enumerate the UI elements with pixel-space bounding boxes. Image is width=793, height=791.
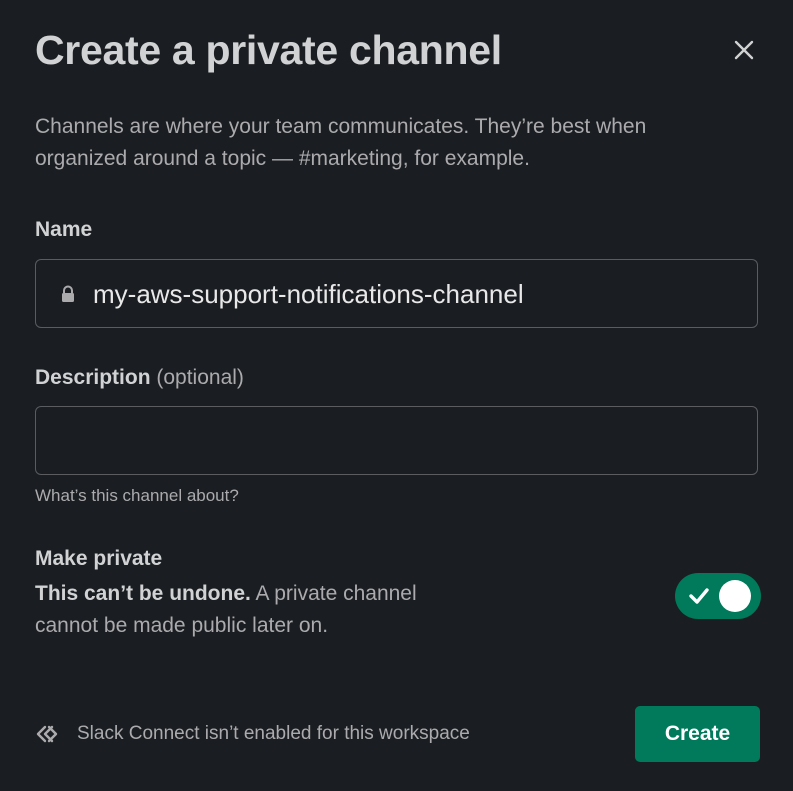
make-private-description: This can’t be undone. A private channel …: [35, 578, 465, 642]
make-private-warning: This can’t be undone.: [35, 582, 251, 605]
toggle-knob: [719, 580, 751, 612]
description-label: Description (optional): [35, 364, 244, 392]
make-private-title: Make private: [35, 547, 163, 570]
close-button[interactable]: [724, 30, 764, 70]
make-private-toggle[interactable]: [675, 573, 761, 619]
name-input[interactable]: my-aws-support-notifications-channel: [35, 259, 758, 328]
slack-connect-icon: [36, 725, 58, 743]
modal-title: Create a private channel: [35, 27, 502, 73]
slack-connect-text: Slack Connect isn’t enabled for this wor…: [77, 723, 470, 744]
create-button[interactable]: Create: [635, 706, 760, 762]
description-hint: What’s this channel about?: [35, 486, 239, 505]
create-channel-modal: Create a private channel Channels are wh…: [0, 0, 793, 791]
optional-tag: (optional): [156, 366, 244, 389]
slack-connect-note: Slack Connect isn’t enabled for this wor…: [35, 720, 470, 748]
description-input[interactable]: [35, 406, 758, 475]
modal-intro: Channels are where your team communicate…: [35, 115, 647, 170]
name-value: my-aws-support-notifications-channel: [93, 279, 524, 309]
lock-icon: [62, 285, 74, 302]
name-label: Name: [35, 218, 93, 241]
description-label-text: Description: [35, 366, 151, 389]
check-icon: [689, 588, 709, 604]
close-icon: [734, 40, 754, 60]
